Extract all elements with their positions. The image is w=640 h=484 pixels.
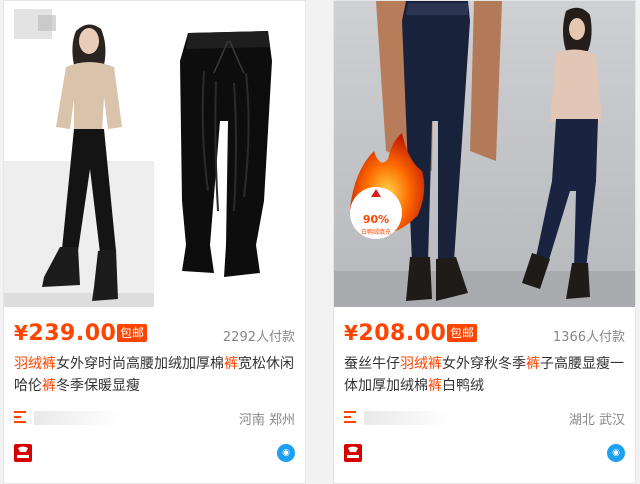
product-card[interactable]: 90% 白鸭绒填充 ¥208.00 包邮 1366人付款 蚕丝牛仔羽绒裤女外穿秋… <box>333 0 636 484</box>
title-text: 女外穿秋冬季 <box>442 356 526 372</box>
title-keyword-highlight: 裤 <box>428 378 442 394</box>
title-keyword-highlight: 羽绒裤 <box>14 356 56 372</box>
shop-list-icon <box>344 411 356 425</box>
wangwang-chat-icon[interactable]: ◉ <box>277 444 295 462</box>
free-shipping-badge: 包邮 <box>117 324 148 342</box>
product-title[interactable]: 蚕丝牛仔羽绒裤女外穿秋冬季裤子高腰显瘦一体加厚加绒棉裤白鸭绒 <box>344 353 627 397</box>
store-logo-icon[interactable] <box>14 444 32 462</box>
shop-name[interactable] <box>364 411 450 425</box>
shop-row: 湖北 武汉 <box>344 407 625 429</box>
title-keyword-highlight: 裤 <box>224 356 238 372</box>
product-image[interactable]: 90% 白鸭绒填充 <box>334 1 635 307</box>
down-label: 白鸭绒填充 <box>361 228 391 236</box>
title-keyword-highlight: 裤 <box>42 378 56 394</box>
shop-row: 河南 郑州 <box>14 407 295 429</box>
free-shipping-badge: 包邮 <box>447 324 478 342</box>
location: 湖北 武汉 <box>568 413 625 428</box>
title-keyword-highlight: 羽绒裤 <box>400 356 442 372</box>
sales-count: 2292人付款 <box>222 330 295 345</box>
title-text: 白鸭绒 <box>442 378 484 394</box>
product-card[interactable]: ¥239.00 包邮 2292人付款 羽绒裤女外穿时尚高腰加绒加厚棉裤宽松休闲哈… <box>3 0 306 484</box>
price-row: ¥208.00 包邮 1366人付款 <box>344 319 625 347</box>
down-percent: 90% <box>363 213 389 226</box>
title-keyword-highlight: 裤 <box>526 356 540 372</box>
price: ¥208.00 <box>344 321 447 346</box>
shop-name[interactable] <box>34 411 120 425</box>
title-text: 冬季保暖显瘦 <box>56 378 140 394</box>
sales-count: 1366人付款 <box>552 330 625 345</box>
title-text: 女外穿时尚高腰加绒加厚棉 <box>56 356 224 372</box>
product-title[interactable]: 羽绒裤女外穿时尚高腰加绒加厚棉裤宽松休闲哈伦裤冬季保暖显瘦 <box>14 353 297 397</box>
title-text: 蚕丝牛仔 <box>344 356 400 372</box>
store-logo-icon[interactable] <box>344 444 362 462</box>
product-image[interactable] <box>4 1 305 307</box>
price: ¥239.00 <box>14 321 117 346</box>
footer-row: ◉ <box>14 444 295 464</box>
footer-row: ◉ <box>344 444 625 464</box>
shop-list-icon <box>14 411 26 425</box>
price-row: ¥239.00 包邮 2292人付款 <box>14 319 295 347</box>
wangwang-chat-icon[interactable]: ◉ <box>607 444 625 462</box>
location: 河南 郑州 <box>238 413 295 428</box>
